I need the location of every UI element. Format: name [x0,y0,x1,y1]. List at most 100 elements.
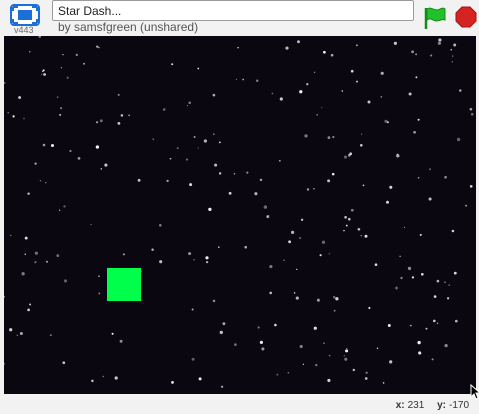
star [235,78,238,81]
star [269,265,273,269]
star [4,295,6,298]
star [263,205,268,209]
star [315,363,318,367]
stop-sign-icon[interactable] [455,6,477,28]
fullscreen-icon[interactable] [10,4,40,26]
star [222,322,226,326]
star [69,149,72,153]
star [234,343,237,346]
star [433,319,436,323]
star [345,349,349,353]
star [348,217,351,221]
star [233,173,236,175]
star [395,286,399,290]
star [328,354,331,357]
stage[interactable] [4,36,476,394]
star [469,185,473,188]
star [169,157,172,160]
star [271,92,274,95]
star [368,306,371,310]
star [45,182,47,184]
star [313,71,316,74]
star [387,324,391,327]
star [29,303,32,306]
star [330,53,334,57]
star [193,259,195,261]
star [99,119,103,123]
star [411,276,415,279]
star [436,322,439,325]
star [393,41,397,45]
star [63,279,68,283]
star [367,100,371,104]
star [295,296,299,300]
star [415,76,418,79]
star [333,309,336,312]
star [98,46,100,49]
star [399,255,401,258]
star [104,163,108,167]
star [228,191,232,195]
star [102,375,105,378]
star [152,138,154,140]
star [430,54,433,57]
star [327,378,331,383]
star [50,143,55,148]
player-sprite [107,268,141,301]
star [459,89,462,92]
star [288,240,292,244]
star [407,266,412,271]
star [297,40,300,44]
star [396,154,400,158]
star [299,236,302,240]
star [62,54,64,56]
star [321,240,326,244]
star [444,343,448,348]
star [42,69,45,72]
star [43,73,46,76]
star [417,340,421,345]
star [454,319,458,323]
star [456,137,461,142]
star [212,93,216,97]
star [433,295,437,298]
star [246,171,249,174]
star [59,209,61,211]
star [306,188,310,191]
star [313,326,317,330]
star [7,112,9,114]
star [343,155,348,159]
star [10,234,12,236]
star [188,101,191,105]
star [151,248,154,251]
star [415,53,417,56]
star [450,48,452,51]
star [285,46,289,50]
star [276,373,279,376]
star [386,200,389,204]
star [287,371,290,374]
star [418,351,422,355]
star [59,113,62,116]
project-title-input[interactable] [52,0,414,21]
green-flag-icon[interactable] [421,6,447,30]
star [444,281,446,283]
star [56,96,59,98]
star [451,229,455,233]
star [244,245,248,249]
star [343,229,345,232]
star [343,355,345,357]
star [356,80,358,83]
star [384,119,388,123]
star [63,205,66,208]
star [444,175,447,179]
star [117,93,120,96]
star [323,50,326,54]
star [189,183,193,187]
star [9,328,13,332]
star [60,107,63,110]
star [213,133,215,135]
star [417,118,420,121]
star [437,41,441,45]
star [341,90,344,92]
